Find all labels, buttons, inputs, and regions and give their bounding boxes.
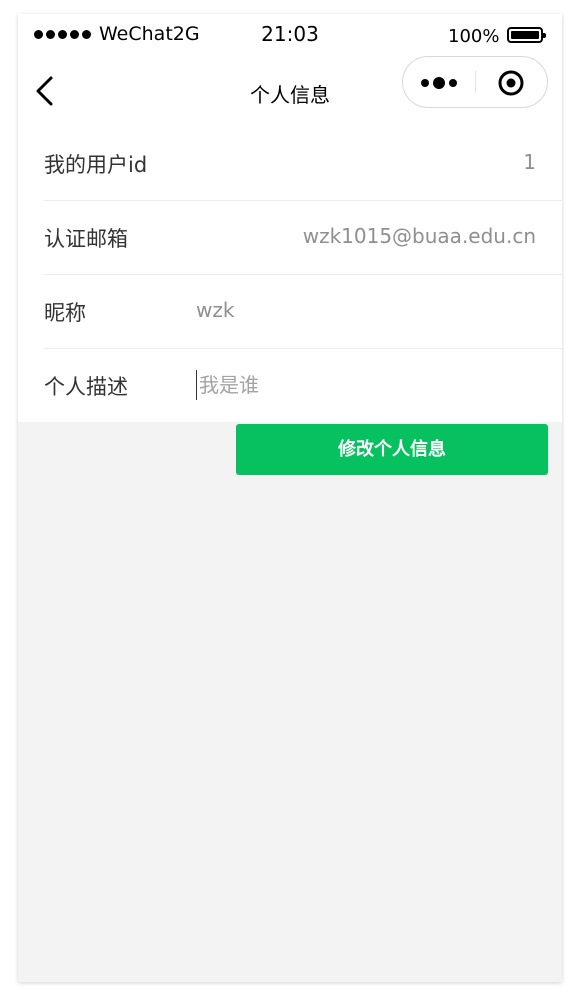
- nickname-row: 昵称 wzk: [18, 274, 562, 348]
- update-profile-button[interactable]: 修改个人信息: [236, 424, 548, 475]
- navigation-bar: 个人信息: [18, 56, 562, 127]
- profile-form: 我的用户id 1 认证邮箱 wzk1015@buaa.edu.cn 昵称 wzk…: [18, 126, 562, 422]
- capsule-divider: [475, 71, 476, 93]
- description-label: 个人描述: [44, 375, 128, 399]
- email-row: 认证邮箱 wzk1015@buaa.edu.cn: [18, 200, 562, 274]
- user-id-row: 我的用户id 1: [18, 126, 562, 200]
- nickname-label: 昵称: [44, 301, 86, 325]
- more-dots-icon[interactable]: [421, 77, 457, 89]
- user-id-value: 1: [523, 150, 536, 174]
- description-input[interactable]: [196, 370, 519, 400]
- mini-program-capsule: [402, 56, 548, 108]
- email-label: 认证邮箱: [44, 227, 128, 251]
- battery-icon: [507, 27, 546, 43]
- user-id-label: 我的用户id: [44, 153, 148, 177]
- phone-screen: WeChat2G 21:03 100% 个人信息 我的用户id 1 认证邮箱 w…: [18, 14, 562, 982]
- status-bar: WeChat2G 21:03 100%: [18, 14, 562, 56]
- target-circle-icon[interactable]: [498, 70, 524, 96]
- nickname-field[interactable]: wzk: [196, 298, 234, 322]
- description-row: 个人描述: [18, 348, 562, 422]
- email-value: wzk1015@buaa.edu.cn: [302, 224, 536, 248]
- battery-percentage: 100%: [448, 26, 500, 47]
